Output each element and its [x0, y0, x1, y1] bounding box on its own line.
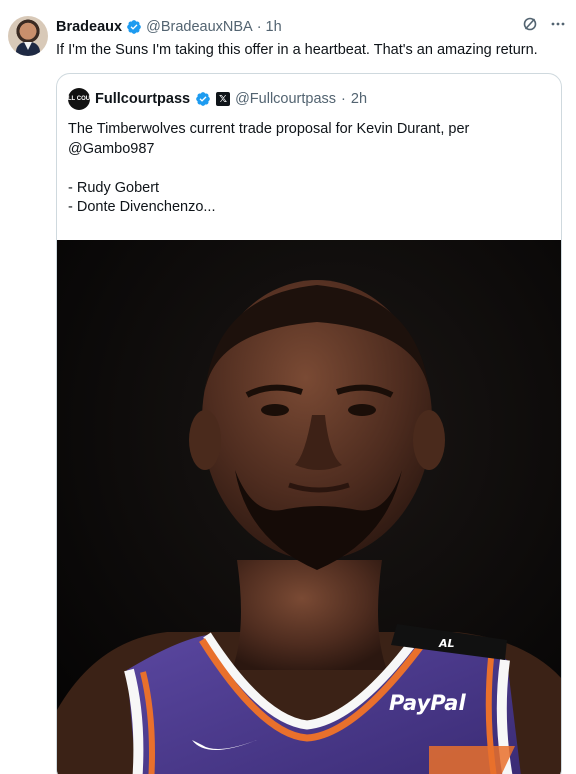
verified-badge-icon[interactable]	[126, 19, 142, 35]
quote-verified-badge-icon	[196, 92, 210, 106]
quote-author-name[interactable]: Fullcourtpass	[95, 91, 190, 107]
quote-text: The Timberwolves current trade proposal …	[68, 120, 548, 218]
jersey-sponsor-text: PayPal	[389, 691, 466, 715]
quote-line: - Rudy Gobert	[68, 179, 160, 196]
quote-avatar-logo-text: FULL COURT	[59, 96, 99, 102]
author-name[interactable]: Bradeaux	[56, 19, 122, 35]
slash-circle-icon[interactable]	[522, 16, 538, 37]
quote-line: The Timberwolves current trade proposal …	[68, 121, 470, 137]
author-handle[interactable]: @BradeauxNBA	[146, 19, 253, 35]
quoted-tweet[interactable]: FULL COURT Fullcourtpass 𝕏 @Fullcourtpas…	[56, 73, 562, 774]
quote-separator-dot: ·	[341, 91, 346, 107]
tweet-text: If I'm the Suns I'm taking this offer in…	[56, 42, 538, 58]
jersey-patch-text: AL	[438, 637, 455, 650]
quote-timestamp[interactable]: 2h	[351, 91, 367, 107]
quote-line: - Donte Divenchenzo...	[68, 199, 216, 215]
quote-header: FULL COURT Fullcourtpass 𝕏 @Fullcourtpas…	[60, 88, 367, 110]
tweet[interactable]: Bradeaux @BradeauxNBA · 1h If I'm the Su…	[0, 0, 576, 774]
tweet-timestamp[interactable]: 1h	[266, 19, 282, 35]
x-logo-icon: 𝕏	[216, 92, 231, 106]
tweet-header: Bradeaux @BradeauxNBA · 1h	[56, 18, 282, 36]
separator-dot: ·	[256, 19, 262, 35]
quote-photo[interactable]: AL PayPal	[57, 240, 561, 774]
more-horizontal-icon[interactable]	[550, 16, 566, 37]
quote-line	[68, 159, 548, 179]
quote-line-mention[interactable]: @Gambo987	[68, 140, 548, 160]
user-avatar[interactable]	[8, 16, 48, 56]
quote-author-handle[interactable]: @Fullcourtpass	[235, 91, 336, 107]
quote-avatar[interactable]: FULL COURT	[60, 88, 98, 110]
player-photo-illustration: AL PayPal	[57, 240, 561, 774]
tweet-actions-top	[522, 16, 566, 37]
